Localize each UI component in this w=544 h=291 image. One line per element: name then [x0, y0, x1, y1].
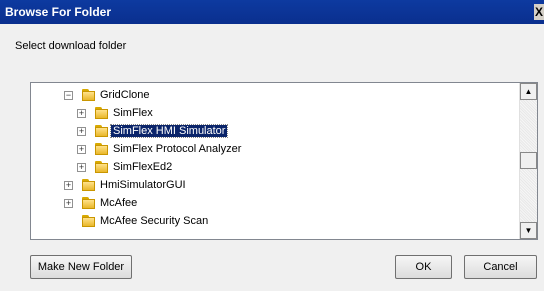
- folder-icon: [94, 142, 108, 156]
- tree-item-simflexed2[interactable]: + SimFlexEd2: [31, 159, 519, 177]
- tree-item-simflex[interactable]: + SimFlex: [31, 105, 519, 123]
- folder-icon: [81, 88, 95, 102]
- expand-icon[interactable]: +: [64, 181, 73, 190]
- tree-item-label: SimFlex: [113, 107, 153, 119]
- collapse-icon[interactable]: −: [64, 91, 73, 100]
- tree-item-label: McAfee: [100, 197, 138, 209]
- folder-icon: [81, 178, 95, 192]
- make-new-folder-button[interactable]: Make New Folder: [30, 255, 132, 279]
- expand-icon[interactable]: +: [77, 145, 86, 154]
- cancel-button[interactable]: Cancel: [464, 255, 537, 279]
- scroll-thumb[interactable]: [520, 152, 537, 169]
- tree-item-label: McAfee Security Scan: [100, 215, 209, 227]
- expand-icon[interactable]: +: [64, 199, 73, 208]
- folder-icon: [94, 106, 108, 120]
- tree-item-hmisimulatorgui[interactable]: + HmiSimulatorGUI: [31, 177, 519, 195]
- tree-item-gridclone[interactable]: − GridClone: [31, 87, 519, 105]
- prompt-text: Select download folder: [15, 40, 127, 52]
- ok-button[interactable]: OK: [395, 255, 452, 279]
- tree-item-label: SimFlexEd2: [113, 161, 173, 173]
- close-button[interactable]: X: [534, 4, 544, 20]
- scroll-down-button[interactable]: ▼: [520, 222, 537, 239]
- expand-icon[interactable]: +: [77, 109, 86, 118]
- folder-icon: [81, 214, 95, 228]
- tree-item-simflex-protocol-analyzer[interactable]: + SimFlex Protocol Analyzer: [31, 141, 519, 159]
- tree-item-mcafee[interactable]: + McAfee: [31, 195, 519, 213]
- tree-item-label: SimFlex Protocol Analyzer: [113, 143, 242, 155]
- folder-icon: [94, 160, 108, 174]
- vertical-scrollbar[interactable]: ▲ ▼: [519, 83, 537, 239]
- tree-item-label-selected: SimFlex HMI Simulator: [109, 124, 229, 138]
- folder-tree[interactable]: − GridClone + SimFlex + SimFlex HMI Simu…: [30, 82, 538, 240]
- tree-item-label: HmiSimulatorGUI: [100, 179, 186, 191]
- window-title: Browse For Folder: [5, 5, 112, 19]
- expand-icon[interactable]: +: [77, 163, 86, 172]
- tree-item-mcafee-security-scan[interactable]: McAfee Security Scan: [31, 213, 519, 231]
- folder-icon: [81, 196, 95, 210]
- scroll-up-button[interactable]: ▲: [520, 83, 537, 100]
- expand-icon[interactable]: +: [77, 127, 86, 136]
- title-bar: Browse For Folder X: [0, 0, 544, 24]
- folder-icon: [94, 124, 108, 138]
- tree-item-label: GridClone: [100, 89, 150, 101]
- tree-item-simflex-hmi-simulator[interactable]: + SimFlex HMI Simulator: [31, 123, 519, 141]
